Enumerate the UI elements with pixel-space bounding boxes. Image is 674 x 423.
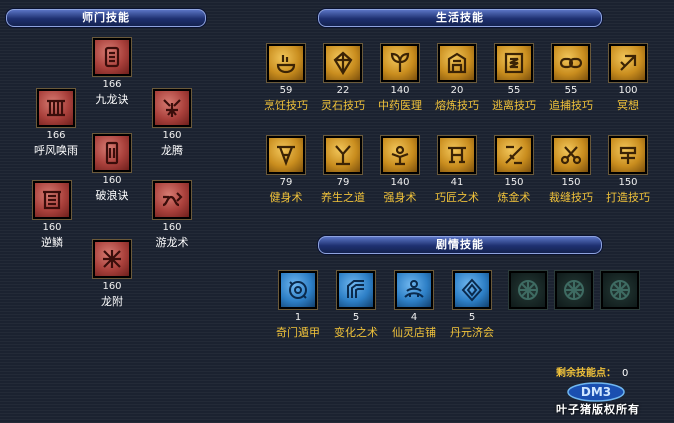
serpent-icon bbox=[153, 181, 191, 219]
skill-name: 逆鳞 bbox=[41, 236, 63, 249]
hammer-icon bbox=[609, 136, 647, 174]
school-skill-youlongshu[interactable]: 160 游龙术 bbox=[140, 181, 204, 250]
school-skill-nilin[interactable]: 160 逆鳞 bbox=[20, 181, 84, 250]
story-skill-xianling-shop[interactable]: 4 仙灵店铺 bbox=[382, 271, 446, 340]
story-skill-bianhua[interactable]: 5 变化之术 bbox=[324, 271, 388, 340]
shop-icon bbox=[395, 271, 433, 309]
skill-level: 160 bbox=[102, 175, 122, 186]
school-skill-jiulongjue[interactable]: 166 九龙诀 bbox=[80, 38, 144, 107]
watermark-text: 叶子猪版权所有 bbox=[556, 403, 640, 416]
dm3-logo: DM3 bbox=[566, 380, 650, 402]
alchemy-icon bbox=[495, 136, 533, 174]
life-skill-escape[interactable]: 55 逃离技巧 bbox=[482, 44, 546, 113]
school-skill-longfu[interactable]: 160 龙附 bbox=[80, 240, 144, 309]
skill-level: 166 bbox=[46, 130, 66, 141]
life-skill-chase[interactable]: 55 追捕技巧 bbox=[539, 44, 603, 113]
dragon-icon bbox=[153, 89, 191, 127]
skill-name: 呼风唤雨 bbox=[34, 144, 78, 157]
cooking-icon bbox=[267, 44, 305, 82]
elixir-icon bbox=[453, 271, 491, 309]
life-skill-furnace[interactable]: 20 熔炼技巧 bbox=[425, 44, 489, 113]
skill-name: 游龙术 bbox=[155, 236, 189, 249]
life-skills-header: 生活技能 bbox=[318, 9, 602, 27]
life-skill-alchemy[interactable]: 150 炼金术 bbox=[482, 136, 546, 205]
skill-name: 龙腾 bbox=[161, 144, 183, 157]
remaining-skill-points: 剩余技能点： 0 bbox=[556, 364, 628, 379]
meditate-icon bbox=[609, 44, 647, 82]
scissors-icon bbox=[552, 136, 590, 174]
life-skill-strength[interactable]: 140 强身术 bbox=[368, 136, 432, 205]
story-skill-danyuan[interactable]: 5 丹元济会 bbox=[440, 271, 504, 340]
school-skills-header: 师门技能 bbox=[6, 9, 206, 27]
life-skill-gem[interactable]: 22 灵石技巧 bbox=[311, 44, 375, 113]
skill-name: 龙附 bbox=[101, 295, 123, 308]
storm-icon bbox=[37, 89, 75, 127]
portal-icon bbox=[279, 271, 317, 309]
life-skill-craft[interactable]: 41 巧匠之术 bbox=[425, 136, 489, 205]
gem-icon bbox=[324, 44, 362, 82]
story-skill-qimendunjia[interactable]: 1 奇门遁甲 bbox=[266, 271, 330, 340]
life-skill-health[interactable]: 79 养生之道 bbox=[311, 136, 375, 205]
life-skill-tailoring[interactable]: 150 裁缝技巧 bbox=[539, 136, 603, 205]
scroll-icon bbox=[93, 38, 131, 76]
chain-icon bbox=[552, 44, 590, 82]
transform-icon bbox=[337, 271, 375, 309]
herb-icon bbox=[381, 44, 419, 82]
skill-name: 破浪诀 bbox=[95, 189, 129, 202]
skill-level: 160 bbox=[162, 222, 182, 233]
health-icon bbox=[324, 136, 362, 174]
skill-level: 160 bbox=[102, 281, 122, 292]
skill-level: 160 bbox=[42, 222, 62, 233]
life-skill-fitness[interactable]: 79 健身术 bbox=[254, 136, 318, 205]
skill-name: 九龙诀 bbox=[95, 93, 129, 106]
craft-icon bbox=[438, 136, 476, 174]
furnace-icon bbox=[438, 44, 476, 82]
school-skill-longteng[interactable]: 160 龙腾 bbox=[140, 89, 204, 158]
school-skill-hufenghuanyu[interactable]: 166 呼风唤雨 bbox=[24, 89, 88, 158]
life-skill-herb[interactable]: 140 中药医理 bbox=[368, 44, 432, 113]
locked-emblem-icon bbox=[601, 271, 639, 309]
remaining-points-label: 剩余技能点： bbox=[556, 368, 616, 379]
life-skill-cooking[interactable]: 59 烹饪技巧 bbox=[254, 44, 318, 113]
life-skill-meditate[interactable]: 100 冥想 bbox=[596, 44, 660, 113]
story-skill-locked-3 bbox=[588, 271, 652, 309]
wave-icon bbox=[93, 134, 131, 172]
fitness-icon bbox=[267, 136, 305, 174]
school-skill-polangjue[interactable]: 160 破浪诀 bbox=[80, 134, 144, 203]
skill-level: 160 bbox=[162, 130, 182, 141]
skill-level: 166 bbox=[102, 79, 122, 90]
strength-icon bbox=[381, 136, 419, 174]
life-skill-forging[interactable]: 150 打造技巧 bbox=[596, 136, 660, 205]
claw-icon bbox=[93, 240, 131, 278]
escape-icon bbox=[495, 44, 533, 82]
logo-text: DM3 bbox=[581, 385, 611, 399]
scale-icon bbox=[33, 181, 71, 219]
remaining-points-value: 0 bbox=[622, 368, 629, 379]
story-skills-header: 剧情技能 bbox=[318, 236, 602, 254]
